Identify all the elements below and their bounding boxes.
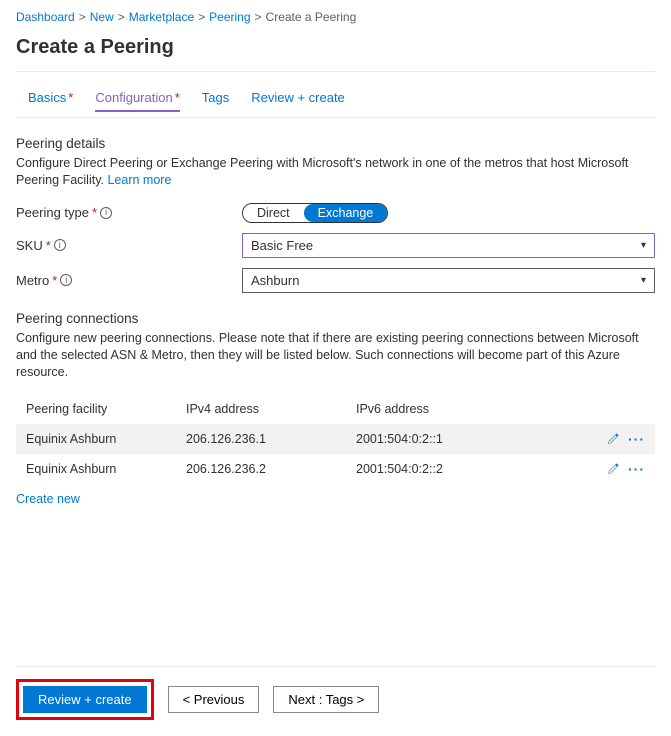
- info-icon[interactable]: i: [54, 239, 66, 251]
- col-header-ipv4: IPv4 address: [186, 402, 356, 416]
- edit-icon[interactable]: [606, 462, 620, 476]
- next-button[interactable]: Next : Tags >: [273, 686, 379, 713]
- breadcrumb-current: Create a Peering: [266, 10, 357, 24]
- section-heading-connections: Peering connections: [16, 311, 655, 326]
- footer-actions: Review + create < Previous Next : Tags >: [16, 666, 655, 720]
- previous-button[interactable]: < Previous: [168, 686, 260, 713]
- required-indicator: *: [68, 90, 73, 105]
- breadcrumb-marketplace[interactable]: Marketplace: [129, 10, 194, 24]
- cell-ipv4: 206.126.236.2: [186, 462, 356, 476]
- info-icon[interactable]: i: [100, 207, 112, 219]
- learn-more-link[interactable]: Learn more: [107, 173, 171, 187]
- table-row: Equinix Ashburn 206.126.236.1 2001:504:0…: [16, 424, 655, 454]
- connections-table: Peering facility IPv4 address IPv6 addre…: [16, 394, 655, 484]
- label-text: Peering type: [16, 205, 89, 220]
- col-header-facility: Peering facility: [26, 402, 186, 416]
- tab-basics[interactable]: Basics*: [28, 86, 73, 111]
- more-icon[interactable]: ···: [628, 462, 645, 476]
- pill-direct[interactable]: Direct: [243, 204, 304, 222]
- tab-bar: Basics* Configuration* Tags Review + cre…: [16, 86, 655, 111]
- label-peering-type: Peering type * i: [16, 205, 242, 220]
- cell-facility: Equinix Ashburn: [26, 462, 186, 476]
- select-value: Basic Free: [251, 238, 313, 253]
- help-text-connections: Configure new peering connections. Pleas…: [16, 330, 655, 381]
- section-heading-peering-details: Peering details: [16, 136, 655, 151]
- sku-select[interactable]: Basic Free ▾: [242, 233, 655, 258]
- breadcrumb-peering[interactable]: Peering: [209, 10, 250, 24]
- required-indicator: *: [46, 238, 51, 253]
- info-icon[interactable]: i: [60, 274, 72, 286]
- required-indicator: *: [175, 90, 180, 105]
- cell-ipv6: 2001:504:0:2::1: [356, 432, 589, 446]
- more-icon[interactable]: ···: [628, 432, 645, 446]
- pill-exchange[interactable]: Exchange: [304, 204, 388, 222]
- tab-configuration[interactable]: Configuration*: [95, 86, 179, 111]
- tab-tags[interactable]: Tags: [202, 86, 229, 111]
- label-text: Metro: [16, 273, 49, 288]
- help-text-peering-details: Configure Direct Peering or Exchange Pee…: [16, 155, 655, 189]
- chevron-right-icon: >: [79, 10, 86, 24]
- breadcrumb-new[interactable]: New: [90, 10, 114, 24]
- highlight-box: Review + create: [16, 679, 154, 720]
- tab-label: Configuration: [95, 90, 172, 105]
- tab-label: Basics: [28, 90, 66, 105]
- col-header-ipv6: IPv6 address: [356, 402, 589, 416]
- breadcrumb-dashboard[interactable]: Dashboard: [16, 10, 75, 24]
- label-text: SKU: [16, 238, 43, 253]
- review-create-button[interactable]: Review + create: [23, 686, 147, 713]
- cell-facility: Equinix Ashburn: [26, 432, 186, 446]
- table-row: Equinix Ashburn 206.126.236.2 2001:504:0…: [16, 454, 655, 484]
- metro-select[interactable]: Ashburn ▾: [242, 268, 655, 293]
- breadcrumb: Dashboard > New > Marketplace > Peering …: [16, 8, 655, 32]
- tab-review-create[interactable]: Review + create: [251, 86, 345, 111]
- label-metro: Metro * i: [16, 273, 242, 288]
- divider: [16, 71, 655, 72]
- chevron-down-icon: ▾: [641, 240, 646, 251]
- chevron-down-icon: ▾: [641, 275, 646, 286]
- create-new-link[interactable]: Create new: [16, 492, 80, 506]
- chevron-right-icon: >: [198, 10, 205, 24]
- chevron-right-icon: >: [118, 10, 125, 24]
- chevron-right-icon: >: [255, 10, 262, 24]
- label-sku: SKU * i: [16, 238, 242, 253]
- edit-icon[interactable]: [606, 432, 620, 446]
- table-header: Peering facility IPv4 address IPv6 addre…: [16, 394, 655, 424]
- required-indicator: *: [52, 273, 57, 288]
- page-title: Create a Peering: [16, 36, 655, 59]
- required-indicator: *: [92, 205, 97, 220]
- select-value: Ashburn: [251, 273, 299, 288]
- divider: [16, 117, 655, 118]
- cell-ipv4: 206.126.236.1: [186, 432, 356, 446]
- peering-type-toggle: Direct Exchange: [242, 203, 388, 223]
- cell-ipv6: 2001:504:0:2::2: [356, 462, 589, 476]
